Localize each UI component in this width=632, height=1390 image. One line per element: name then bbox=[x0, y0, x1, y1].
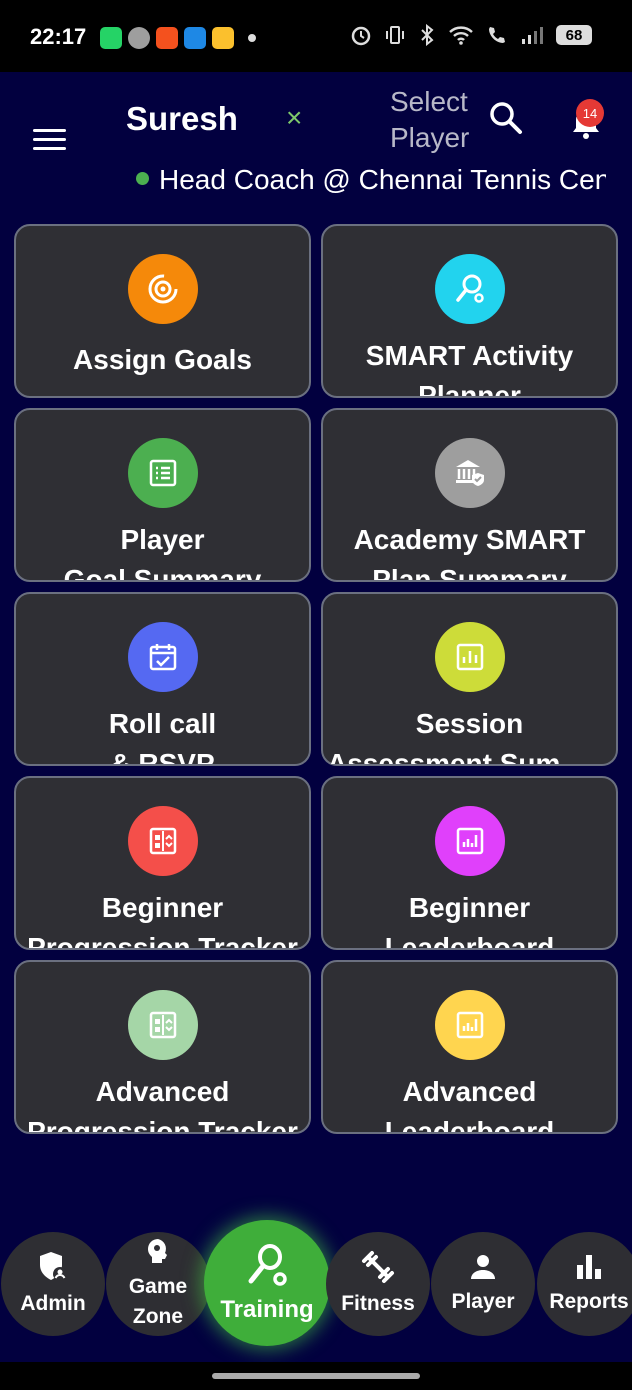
tile-beginner-progression-tracker[interactable]: Beginner Progression Tracker bbox=[14, 776, 311, 950]
online-status-dot bbox=[136, 172, 149, 186]
nav-game-zone[interactable]: Game Zone bbox=[106, 1232, 210, 1336]
tile-label: Advanced Leaderboard bbox=[384, 1076, 555, 1132]
battery-indicator: 68 bbox=[556, 25, 592, 45]
tile-academy-smart-plan-summary[interactable]: Academy SMART Plan Summary bbox=[321, 408, 618, 582]
nav-admin[interactable]: Admin bbox=[1, 1232, 105, 1336]
nav-label: Training bbox=[220, 1296, 314, 1323]
racket-icon bbox=[434, 254, 505, 324]
status-bar: 22:17 68 bbox=[0, 0, 632, 72]
tile-label: Advanced Progression Tracker bbox=[27, 1076, 298, 1132]
tile-label: Roll call & RSVP bbox=[108, 708, 217, 764]
leaderboard-icon bbox=[434, 806, 505, 876]
game-zone-icon bbox=[148, 1239, 167, 1263]
tracker-icon bbox=[127, 990, 198, 1060]
tile-label: SMART Activity Planner bbox=[365, 340, 574, 396]
tile-smart-activity-planner[interactable]: SMART Activity Planner bbox=[321, 224, 618, 398]
menu-icon[interactable] bbox=[33, 129, 66, 151]
system-icons: 68 bbox=[350, 24, 592, 46]
list-icon bbox=[127, 438, 198, 508]
more-notifications-icon bbox=[248, 34, 256, 42]
app-icon-orange bbox=[156, 27, 178, 49]
nav-player[interactable]: Player bbox=[431, 1232, 535, 1336]
tile-label: Session Assessment Summary bbox=[327, 708, 612, 764]
search-icon[interactable] bbox=[488, 100, 524, 136]
bottom-nav: Admin Game Zone Training Fitness Player … bbox=[0, 1220, 632, 1360]
academy-icon bbox=[434, 438, 505, 508]
leaderboard-icon bbox=[434, 990, 505, 1060]
signal-icon bbox=[522, 27, 543, 44]
tracker-icon bbox=[127, 806, 198, 876]
gesture-bar bbox=[0, 1362, 632, 1390]
tile-label: Assign Goals bbox=[73, 344, 252, 375]
call-icon bbox=[489, 27, 505, 43]
user-name: Suresh bbox=[126, 100, 238, 137]
notification-badge: 14 bbox=[576, 99, 604, 127]
nav-label: Fitness bbox=[341, 1292, 415, 1315]
admin-shield-icon bbox=[40, 1252, 67, 1281]
nav-label: Admin bbox=[20, 1292, 86, 1315]
select-player-button[interactable]: Select Player bbox=[390, 84, 480, 156]
tile-roll-call-rsvp[interactable]: Roll call & RSVP bbox=[14, 592, 311, 766]
nav-label: Game Zone bbox=[128, 1275, 188, 1328]
whatsapp-icon bbox=[100, 27, 122, 49]
calendar-check-icon bbox=[127, 622, 198, 692]
nav-label: Reports bbox=[549, 1290, 629, 1313]
bar-chart-icon bbox=[577, 1255, 601, 1279]
tile-player-goal-summary[interactable]: Player Goal Summary bbox=[14, 408, 311, 582]
vibrate-icon bbox=[386, 26, 404, 44]
target-icon bbox=[127, 254, 198, 324]
bluetooth-icon bbox=[421, 24, 434, 46]
nav-reports[interactable]: Reports bbox=[537, 1232, 632, 1336]
tile-advanced-progression-tracker[interactable]: Advanced Progression Tracker bbox=[14, 960, 311, 1134]
home-indicator[interactable] bbox=[212, 1373, 420, 1379]
role-label: Head Coach @ Chennai Tennis Centre bbox=[159, 164, 606, 195]
notification-icons bbox=[100, 27, 256, 49]
nav-training[interactable]: Training bbox=[204, 1220, 330, 1346]
close-icon[interactable]: × bbox=[286, 104, 302, 132]
tile-label: Player Goal Summary bbox=[63, 524, 262, 580]
nav-fitness[interactable]: Fitness bbox=[326, 1232, 430, 1336]
tile-label: Beginner Progression Tracker bbox=[27, 892, 298, 948]
status-time: 22:17 bbox=[30, 24, 87, 49]
person-icon bbox=[471, 1255, 495, 1279]
tile-assign-goals[interactable]: Assign Goals bbox=[14, 224, 311, 398]
dumbbell-icon bbox=[362, 1251, 394, 1283]
nav-label: Player bbox=[451, 1290, 515, 1313]
tile-advanced-leaderboard[interactable]: Advanced Leaderboard bbox=[321, 960, 618, 1134]
racket-icon bbox=[248, 1244, 287, 1286]
role-text: Head Coach @ Chennai Tennis Centre bbox=[136, 164, 606, 196]
chat-icon bbox=[128, 27, 150, 49]
feature-grid: Assign Goals SMART Activity Planner Playe… bbox=[14, 224, 618, 1134]
alarm-icon bbox=[351, 26, 371, 46]
tile-label: Academy SMART Plan Summary bbox=[353, 524, 586, 580]
app-icon-blue bbox=[184, 27, 206, 49]
tile-label: Beginner Leaderboard bbox=[384, 892, 555, 948]
rapido-icon bbox=[212, 27, 234, 49]
chart-icon bbox=[434, 622, 505, 692]
tile-beginner-leaderboard[interactable]: Beginner Leaderboard bbox=[321, 776, 618, 950]
wifi-icon bbox=[449, 26, 473, 45]
tile-session-assessment-summary[interactable]: Session Assessment Summary bbox=[321, 592, 618, 766]
